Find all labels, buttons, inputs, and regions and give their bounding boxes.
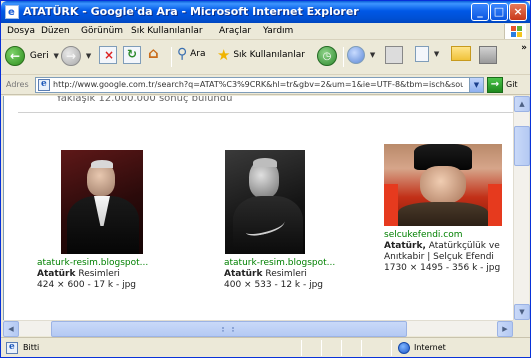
print-button[interactable] xyxy=(385,46,403,68)
address-bar: Adres e http://www.google.com.tr/search?… xyxy=(1,75,530,95)
forward-arrow-icon: → xyxy=(61,46,81,66)
result-thumbnail[interactable] xyxy=(384,144,502,226)
address-url[interactable]: http://www.google.com.tr/search?q=ATAT%C… xyxy=(53,80,463,89)
close-button[interactable]: × xyxy=(509,3,527,21)
title-bar[interactable]: e ATATÜRK - Google'da Ara - Microsoft In… xyxy=(1,1,530,23)
edit-button[interactable]: ▼ xyxy=(415,46,439,68)
result-site-link[interactable]: selcukefendi.com xyxy=(384,230,502,240)
menu-edit[interactable]: Düzen xyxy=(41,26,70,36)
vertical-scroll-thumb[interactable] xyxy=(514,126,530,166)
scrollbar-corner xyxy=(513,320,529,336)
mail-icon xyxy=(347,46,365,64)
result-meta: 1730 × 1495 - 356 k - jpg xyxy=(384,263,501,273)
result-site-link[interactable]: ataturk-resim.blogspot... xyxy=(37,258,148,268)
windows-flag-icon xyxy=(504,24,526,39)
result-thumbnail[interactable] xyxy=(61,150,143,254)
image-result[interactable]: ataturk-resim.blogspot... Atatürk Resiml… xyxy=(37,150,148,290)
chevron-down-icon[interactable]: ▼ xyxy=(434,50,439,58)
go-button[interactable]: Git xyxy=(506,80,518,89)
go-arrow-icon[interactable]: → xyxy=(487,77,503,93)
chevron-down-icon[interactable]: ▼ xyxy=(370,51,375,59)
search-icon: ⚲ xyxy=(177,46,188,62)
result-site-link[interactable]: ataturk-resim.blogspot... xyxy=(224,258,335,268)
status-text: Bitti xyxy=(23,343,40,352)
internet-globe-icon xyxy=(398,342,410,354)
folder-icon xyxy=(451,46,471,61)
menu-tools[interactable]: Araçlar xyxy=(219,26,251,36)
result-thumbnail[interactable] xyxy=(225,150,305,254)
address-label: Adres xyxy=(6,80,29,89)
print-icon xyxy=(385,46,403,64)
messenger-icon xyxy=(479,46,497,64)
stop-button[interactable]: × xyxy=(99,46,117,68)
ie-page-icon: e xyxy=(38,79,50,91)
horizontal-scrollbar[interactable]: ◀ ▶ xyxy=(3,320,513,337)
result-meta: 424 × 600 - 17 k - jpg xyxy=(37,280,137,290)
back-arrow-icon: ← xyxy=(5,46,25,66)
refresh-button[interactable]: ↻ xyxy=(123,46,141,68)
scroll-down-icon[interactable]: ▼ xyxy=(514,304,530,320)
result-title[interactable]: Atatürk Resimleri xyxy=(37,269,148,279)
status-bar: e Bitti Internet xyxy=(1,337,530,357)
scroll-right-icon[interactable]: ▶ xyxy=(497,321,513,337)
result-title[interactable]: Atatürk, Atatürkçülük ve xyxy=(384,241,502,251)
search-button[interactable]: ⚲ Ara xyxy=(177,46,206,68)
back-label: Geri xyxy=(29,51,49,61)
home-button[interactable]: ⌂ xyxy=(147,44,165,68)
address-input[interactable]: e http://www.google.com.tr/search?q=ATAT… xyxy=(35,77,484,93)
result-title-line2[interactable]: Anıtkabir | Selçuk Efendi xyxy=(384,252,502,262)
scroll-up-icon[interactable]: ▲ xyxy=(514,96,530,112)
menu-view[interactable]: Görünüm xyxy=(81,26,123,36)
menu-help[interactable]: Yardım xyxy=(263,26,293,36)
divider xyxy=(18,112,513,113)
page-content: Yaklaşık 12.000.000 sonuç bulundu atatur… xyxy=(3,96,513,320)
ie-page-icon: e xyxy=(6,342,18,354)
search-label: Ara xyxy=(190,49,206,59)
messenger-button[interactable] xyxy=(479,46,497,68)
scroll-left-icon[interactable]: ◀ xyxy=(3,321,19,337)
result-meta: 400 × 533 - 12 k - jpg xyxy=(224,280,324,290)
toolbar-overflow[interactable]: » xyxy=(521,43,527,53)
menu-bar: Dosya Düzen Görünüm Sık Kullanılanlar Ar… xyxy=(1,23,530,40)
chevron-down-icon[interactable]: ▼ xyxy=(53,52,58,60)
favorites-star-icon: ★ xyxy=(217,46,231,64)
chevron-down-icon[interactable]: ▼ xyxy=(469,78,483,92)
window-title: ATATÜRK - Google'da Ara - Microsoft Inte… xyxy=(23,5,359,18)
favorites-label: Sık Kullanılanlar xyxy=(233,50,305,60)
toolbar: ← Geri ▼ → ▼ × ↻ ⌂ ⚲ Ara ★ Sık Kullanıla… xyxy=(1,40,530,75)
edit-icon xyxy=(415,46,429,62)
image-result[interactable]: selcukefendi.com Atatürk, Atatürkçülük v… xyxy=(384,144,502,273)
ie-page-icon: e xyxy=(5,5,19,19)
favorites-button[interactable]: ★ Sık Kullanılanlar xyxy=(217,46,305,68)
back-button[interactable]: ← Geri ▼ xyxy=(5,46,59,68)
forward-button[interactable]: → ▼ xyxy=(61,46,91,68)
maximize-button[interactable]: □ xyxy=(490,3,508,21)
vertical-scrollbar[interactable]: ▲ ▼ xyxy=(513,96,530,320)
minimize-button[interactable]: _ xyxy=(471,3,489,21)
folder-button[interactable] xyxy=(451,46,471,68)
horizontal-scroll-thumb[interactable] xyxy=(51,321,407,337)
chevron-down-icon[interactable]: ▼ xyxy=(86,52,91,60)
result-title[interactable]: Atatürk Resimleri xyxy=(224,269,335,279)
ie-window: e ATATÜRK - Google'da Ara - Microsoft In… xyxy=(0,0,531,358)
menu-favorites[interactable]: Sık Kullanılanlar xyxy=(131,26,203,36)
home-icon: ⌂ xyxy=(148,44,159,62)
history-icon: ◷ xyxy=(317,46,337,66)
result-count: Yaklaşık 12.000.000 sonuç bulundu xyxy=(56,96,233,104)
history-button[interactable]: ◷ xyxy=(317,46,337,68)
mail-button[interactable]: ▼ xyxy=(347,46,375,68)
image-result[interactable]: ataturk-resim.blogspot... Atatürk Resiml… xyxy=(224,150,335,290)
menu-file[interactable]: Dosya xyxy=(7,26,35,36)
refresh-icon: ↻ xyxy=(123,46,141,64)
stop-icon: × xyxy=(99,46,117,64)
security-zone: Internet xyxy=(414,343,446,352)
